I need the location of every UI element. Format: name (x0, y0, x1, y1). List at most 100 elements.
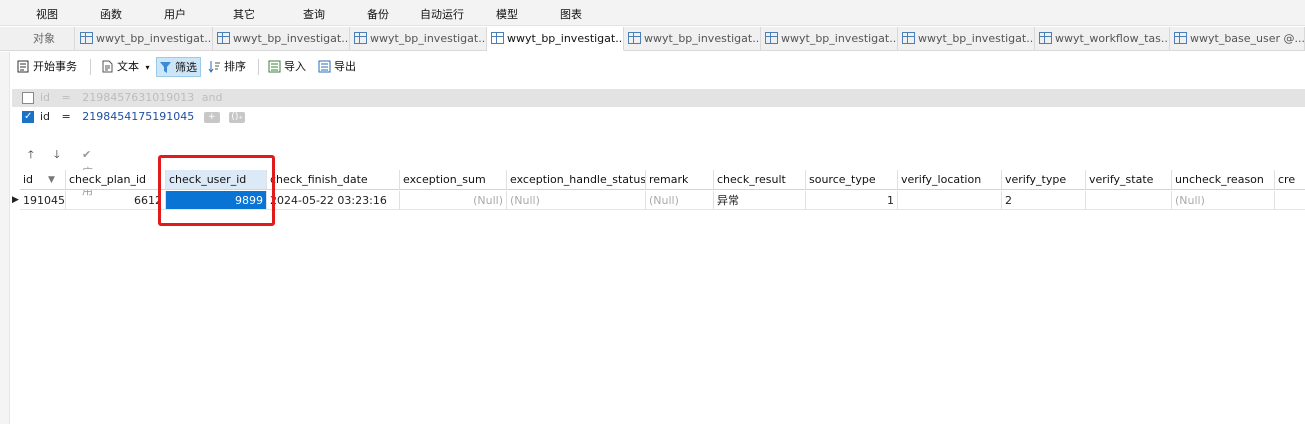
tab-label: wwyt_bp_investigat... (96, 32, 213, 45)
table-icon (628, 32, 641, 44)
left-panel-strip (0, 52, 10, 424)
column-header-exception-sum[interactable]: exception_sum (400, 170, 507, 190)
tab-label: wwyt_bp_investigat... (233, 32, 350, 45)
cell-verify-type[interactable]: 2 (1002, 191, 1086, 210)
toolbar-divider (90, 59, 91, 75)
column-header-source-type[interactable]: source_type (806, 170, 898, 190)
menu-charts[interactable]: 图表 (560, 6, 582, 22)
table-icon (354, 32, 367, 44)
filter-row-2-field[interactable]: id (40, 110, 50, 123)
filter-row-1-value[interactable]: 2198457631019013 (82, 91, 194, 104)
filter-row-2-checkbox[interactable] (22, 109, 34, 125)
menu-query[interactable]: 查询 (303, 6, 325, 22)
cell-id[interactable]: 191045 (20, 191, 66, 210)
column-header-verify-state[interactable]: verify_state (1086, 170, 1172, 190)
import-label: 导入 (284, 60, 306, 73)
arrow-down-icon[interactable]: 🡓 (54, 146, 60, 164)
menu-bar: 视图 函数 用户 其它 查询 备份 自动运行 模型 图表 (0, 0, 1305, 26)
table-icon (80, 32, 93, 44)
tab-table-7[interactable]: wwyt_bp_investigat... (898, 27, 1035, 51)
tab-label: wwyt_bp_investigat... (918, 32, 1035, 45)
filter-button[interactable]: 筛选 (156, 57, 201, 77)
menu-view[interactable]: 视图 (36, 6, 58, 22)
cell-create[interactable] (1275, 191, 1305, 210)
cell-verify-state[interactable] (1086, 191, 1172, 210)
add-condition-icon[interactable]: + (203, 111, 220, 123)
table-icon (902, 32, 915, 44)
cell-check-result[interactable]: 异常 (714, 191, 806, 210)
sort-button[interactable]: 排序 (206, 57, 246, 77)
tab-table-4-active[interactable]: wwyt_bp_investigat... (487, 27, 624, 51)
table-icon (491, 32, 504, 44)
column-header-check-plan-id[interactable]: check_plan_id (66, 170, 166, 190)
menu-model[interactable]: 模型 (496, 6, 518, 22)
tab-label: wwyt_bp_investigat... (507, 32, 624, 45)
table-icon (765, 32, 778, 44)
filter-icon[interactable]: ▼ (48, 170, 55, 189)
filter-label: 筛选 (175, 61, 197, 74)
chevron-down-icon: ▾ (145, 63, 150, 72)
menu-automation[interactable]: 自动运行 (420, 6, 464, 22)
begin-transaction-button[interactable]: 开始事务 (15, 57, 77, 77)
cell-check-finish-date[interactable]: 2024-05-22 03:23:16 (267, 191, 400, 210)
cell-exception-sum[interactable]: (Null) (400, 191, 507, 210)
export-button[interactable]: 导出 (316, 57, 356, 77)
column-header-verify-type[interactable]: verify_type (1002, 170, 1086, 190)
tab-objects[interactable]: 对象 (0, 27, 75, 51)
tab-table-6[interactable]: wwyt_bp_investigat... (761, 27, 898, 51)
checkmark-icon: ✔ (82, 148, 92, 161)
tab-table-5[interactable]: wwyt_bp_investigat... (624, 27, 761, 51)
tab-table-2[interactable]: wwyt_bp_investigat... (213, 27, 350, 51)
text-label: 文本 (117, 60, 139, 73)
cell-remark[interactable]: (Null) (646, 191, 714, 210)
document-icon (102, 60, 113, 73)
column-header-id[interactable]: id ▼ (20, 170, 66, 190)
column-header-verify-location[interactable]: verify_location (898, 170, 1002, 190)
cell-source-type[interactable]: 1 (806, 191, 898, 210)
menu-backup[interactable]: 备份 (367, 6, 389, 22)
column-header-check-result[interactable]: check_result (714, 170, 806, 190)
column-header-exception-handle-status[interactable]: exception_handle_status (507, 170, 646, 190)
sort-label: 排序 (224, 60, 246, 73)
menu-other[interactable]: 其它 (233, 6, 255, 22)
tab-table-3[interactable]: wwyt_bp_investigat... (350, 27, 487, 51)
highlight-annotation-box (158, 155, 275, 226)
cell-verify-location[interactable] (898, 191, 1002, 210)
apply-button[interactable]: ✔ 应用 (82, 146, 93, 197)
text-button[interactable]: 文本 ▾ (99, 57, 150, 77)
table-icon (1039, 32, 1052, 44)
tab-label: wwyt_bp_investigat... (644, 32, 761, 45)
cell-check-plan-id[interactable]: 6612 (66, 191, 166, 210)
filter-row-2-value[interactable]: 2198454175191045 (82, 110, 194, 123)
cell-exception-handle-status[interactable]: (Null) (507, 191, 646, 210)
transaction-icon (17, 60, 29, 73)
arrow-up-icon[interactable]: 🡑 (28, 146, 34, 164)
menu-functions[interactable]: 函数 (100, 6, 122, 22)
sort-icon (208, 61, 220, 73)
tab-table-9[interactable]: wwyt_base_user @... (1170, 27, 1305, 51)
toolbar: 开始事务 文本 ▾ 筛选 排序 导入 导出 (0, 54, 1305, 80)
column-header-check-finish-date[interactable]: check_finish_date (267, 170, 400, 190)
filter-row-1-conjunction[interactable]: and (202, 91, 223, 104)
tab-label: wwyt_bp_investigat... (370, 32, 487, 45)
tab-label: wwyt_workflow_tas... (1055, 32, 1170, 45)
tab-table-1[interactable]: wwyt_bp_investigat... (76, 27, 213, 51)
import-button[interactable]: 导入 (266, 57, 306, 77)
toolbar-divider (258, 59, 259, 75)
filter-row-2-operator[interactable]: = (62, 110, 71, 123)
column-header-create-truncated[interactable]: cre (1275, 170, 1305, 190)
filter-row-1-field[interactable]: id (40, 91, 50, 104)
table-icon (217, 32, 230, 44)
filter-row-1[interactable]: id = 2198457631019013 and (22, 90, 222, 106)
filter-row-2[interactable]: id = 2198454175191045 + ()₊ (22, 109, 246, 125)
filter-row-1-checkbox[interactable] (22, 92, 34, 104)
cell-uncheck-reason[interactable]: (Null) (1172, 191, 1275, 210)
menu-users[interactable]: 用户 (164, 6, 186, 22)
add-group-icon[interactable]: ()₊ (229, 111, 246, 123)
column-header-uncheck-reason[interactable]: uncheck_reason (1172, 170, 1275, 190)
filter-row-1-operator[interactable]: = (62, 91, 71, 104)
column-header-remark[interactable]: remark (646, 170, 714, 190)
column-label: id (23, 173, 34, 186)
tab-label: wwyt_base_user @... (1190, 32, 1305, 45)
tab-table-8[interactable]: wwyt_workflow_tas... (1035, 27, 1170, 51)
